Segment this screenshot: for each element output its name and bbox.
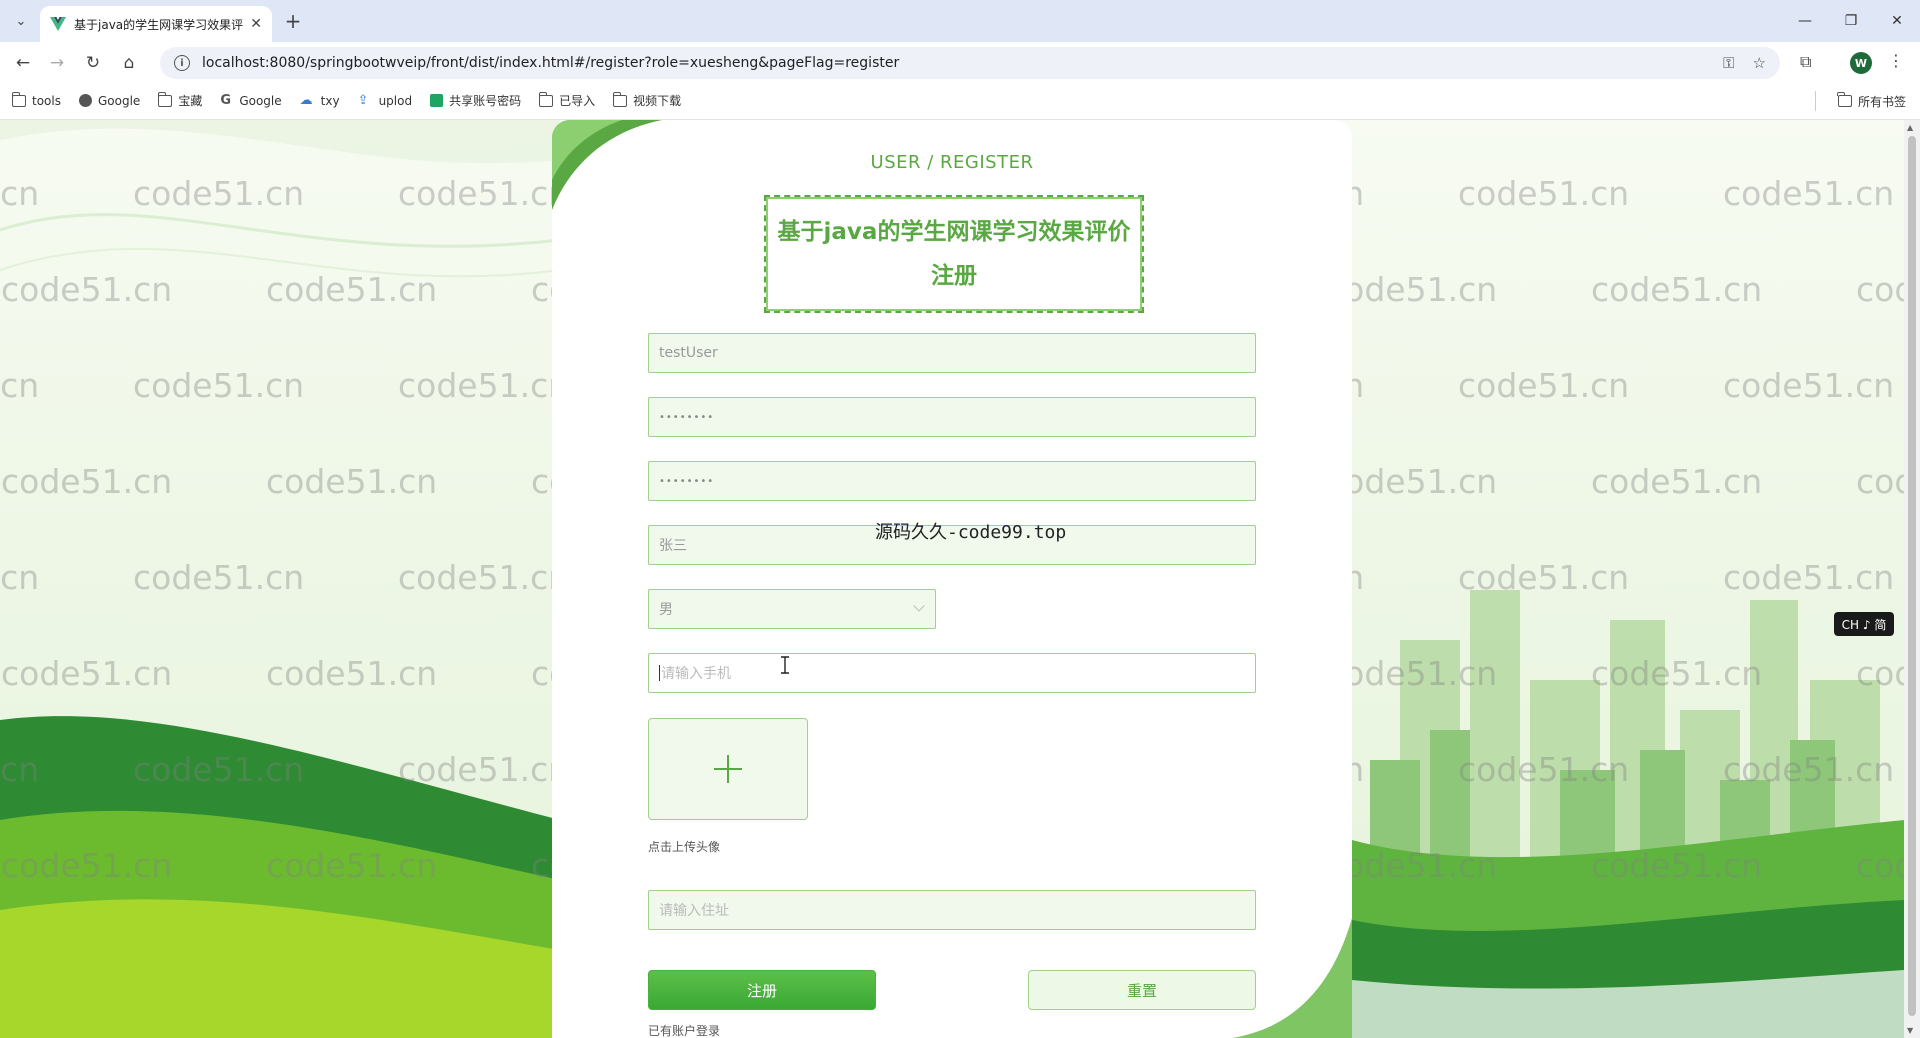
site-info-icon[interactable]: i (174, 55, 190, 71)
cloud-icon: ☁ (299, 93, 313, 108)
page-title: 基于java的学生网课学习效果评价注册 (777, 219, 1131, 289)
upload-icon: ⇪ (357, 93, 369, 108)
browser-toolbar: ← → ↻ ⌂ i localhost:8080/springbootwveip… (0, 42, 1920, 82)
folder-icon (1837, 92, 1852, 107)
minimize-icon[interactable]: — (1782, 0, 1828, 42)
vue-favicon-icon (50, 17, 66, 31)
gender-select-value: 男 (659, 602, 673, 618)
bookmark-imported[interactable]: 已导入 (538, 91, 595, 109)
register-subtitle: USER / REGISTER (870, 152, 1034, 173)
back-icon[interactable]: ← (10, 50, 36, 76)
bookmark-uplod[interactable]: ⇪ uplod (358, 93, 413, 108)
folder-icon (157, 91, 173, 107)
chevron-down-icon (913, 600, 925, 612)
tab-close-icon[interactable]: ✕ (250, 16, 262, 32)
bookmark-txy[interactable]: ☁ txy (300, 93, 340, 108)
forward-icon[interactable]: → (44, 50, 70, 76)
bookmark-shared-accounts[interactable]: 共享账号密码 (430, 92, 521, 109)
password-input[interactable]: •••••••• (648, 397, 1256, 437)
scroll-up-icon[interactable]: ▲ (1907, 123, 1913, 132)
address-input[interactable]: 请输入住址 (648, 890, 1256, 930)
phone-placeholder: 请输入手机 (661, 666, 731, 682)
bookmarks-separator (1815, 91, 1816, 111)
restore-icon[interactable]: ❐ (1828, 0, 1874, 42)
url-text: localhost:8080/springbootwveip/front/dis… (202, 55, 900, 71)
account-input[interactable]: testUser (648, 333, 1256, 373)
text-caret (659, 665, 660, 681)
phone-input[interactable]: 请输入手机 (648, 653, 1256, 693)
new-tab-icon[interactable]: + (280, 8, 306, 34)
folder-icon (11, 91, 26, 107)
reset-button[interactable]: 重置 (1028, 970, 1256, 1010)
tab-title: 基于java的学生网课学习效果评 (74, 17, 244, 32)
window-controls: — ❐ ✕ (1782, 0, 1920, 42)
bookmarks-bar: tools Google 宝藏 G Google ☁ txy ⇪ uplod 共享账号… (0, 82, 1920, 120)
scroll-down-icon[interactable]: ▼ (1907, 1026, 1913, 1035)
plus-icon (714, 755, 742, 783)
extensions-icon[interactable]: ⧉ (1800, 52, 1811, 72)
text-cursor-icon (781, 656, 789, 674)
bookmark-video-download[interactable]: 视频下载 (612, 91, 681, 109)
title-box: 基于java的学生网课学习效果评价注册 (764, 195, 1144, 313)
key-icon[interactable]: ⚿ (1723, 54, 1734, 72)
home-icon[interactable]: ⌂ (116, 50, 142, 76)
folder-icon (538, 91, 554, 107)
bookmark-google-2[interactable]: G Google (220, 93, 281, 108)
all-bookmarks[interactable]: 所有书签 (1837, 82, 1906, 120)
folder-icon (612, 91, 628, 107)
bookmark-google[interactable]: Google (78, 94, 140, 108)
browser-tab[interactable]: 基于java的学生网课学习效果评 ✕ (40, 6, 272, 42)
page-scrollbar[interactable]: ▲ ▼ (1904, 120, 1920, 1038)
scroll-thumb[interactable] (1908, 136, 1916, 1016)
avatar-upload[interactable] (648, 718, 808, 820)
page-viewport: code51.cncode51.cncode51.cncode51.cncode… (0, 120, 1904, 1038)
sheets-icon (430, 94, 444, 107)
bookmark-star-icon[interactable]: ☆ (1753, 54, 1766, 72)
register-button[interactable]: 注册 (648, 970, 876, 1010)
tab-search-icon[interactable]: ⌄ (8, 8, 34, 34)
menu-icon[interactable]: ⋮ (1888, 51, 1904, 70)
bookmark-tools[interactable]: tools (11, 91, 61, 108)
confirm-password-input[interactable]: •••••••• (648, 461, 1256, 501)
login-link[interactable]: 已有账户登录 (648, 1022, 720, 1038)
ime-indicator[interactable]: CH ♪ 简 (1834, 612, 1894, 636)
site-overlay-text: 源码久久-code99.top (875, 522, 1067, 543)
reload-icon[interactable]: ↻ (80, 50, 106, 76)
gender-select[interactable]: 男 (648, 589, 936, 629)
close-window-icon[interactable]: ✕ (1874, 0, 1920, 42)
bookmark-baozang[interactable]: 宝藏 (157, 91, 202, 109)
upload-hint: 点击上传头像 (648, 840, 721, 854)
google-icon: G (220, 93, 231, 108)
globe-icon (78, 94, 92, 107)
address-bar[interactable]: i localhost:8080/springbootwveip/front/d… (160, 47, 1780, 79)
register-card: USER / REGISTER 基于java的学生网课学习效果评价注册 test… (552, 120, 1352, 1038)
profile-avatar[interactable]: W (1850, 52, 1872, 74)
browser-tab-bar: ⌄ 基于java的学生网课学习效果评 ✕ + — ❐ ✕ (0, 0, 1920, 42)
